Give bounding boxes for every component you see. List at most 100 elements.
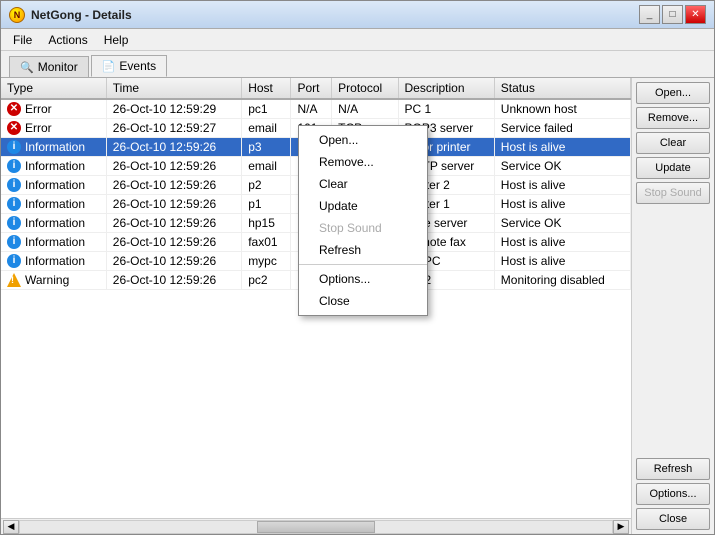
stop-sound-button[interactable]: Stop Sound xyxy=(636,182,710,204)
scroll-left-button[interactable]: ◀ xyxy=(3,520,19,534)
status-cell: Service OK xyxy=(494,157,630,176)
title-bar: N NetGong - Details _ □ ✕ xyxy=(1,1,714,29)
options-button[interactable]: Options... xyxy=(636,483,710,505)
type-label: Information xyxy=(25,140,85,154)
col-host[interactable]: Host xyxy=(242,78,291,99)
type-label: Information xyxy=(25,235,85,249)
ctx-refresh[interactable]: Refresh xyxy=(299,239,427,261)
main-window: N NetGong - Details _ □ ✕ File Actions H… xyxy=(0,0,715,535)
ctx-remove[interactable]: Remove... xyxy=(299,151,427,173)
clear-button[interactable]: Clear xyxy=(636,132,710,154)
status-cell: Service OK xyxy=(494,214,630,233)
type-label: Information xyxy=(25,159,85,173)
menu-file[interactable]: File xyxy=(5,31,40,49)
ctx-stop-sound: Stop Sound xyxy=(299,217,427,239)
type-label: Information xyxy=(25,254,85,268)
time-cell: 26-Oct-10 12:59:26 xyxy=(106,176,241,195)
info-icon: i xyxy=(7,178,21,192)
open-button[interactable]: Open... xyxy=(636,82,710,104)
ctx-close[interactable]: Close xyxy=(299,290,427,312)
warning-icon xyxy=(7,273,21,287)
host-cell: p3 xyxy=(242,138,291,157)
ctx-update[interactable]: Update xyxy=(299,195,427,217)
type-label: Warning xyxy=(25,273,69,287)
table-row[interactable]: ✕Error26-Oct-10 12:59:29pc1N/AN/APC 1Unk… xyxy=(1,99,631,119)
menu-help[interactable]: Help xyxy=(96,31,137,49)
ctx-options[interactable]: Options... xyxy=(299,268,427,290)
refresh-button[interactable]: Refresh xyxy=(636,458,710,480)
type-label: Error xyxy=(25,102,52,116)
update-button[interactable]: Update xyxy=(636,157,710,179)
info-icon: i xyxy=(7,140,21,154)
status-cell: Service failed xyxy=(494,119,630,138)
menu-actions[interactable]: Actions xyxy=(40,31,95,49)
host-cell: p2 xyxy=(242,176,291,195)
tab-bar: 🔍 Monitor 📄 Events xyxy=(1,51,714,77)
time-cell: 26-Oct-10 12:59:26 xyxy=(106,157,241,176)
host-cell: mypc xyxy=(242,252,291,271)
monitor-tab-icon: 🔍 xyxy=(20,61,34,74)
time-cell: 26-Oct-10 12:59:26 xyxy=(106,252,241,271)
type-label: Information xyxy=(25,178,85,192)
col-status[interactable]: Status xyxy=(494,78,630,99)
close-window-button[interactable]: ✕ xyxy=(685,5,706,24)
menu-bar: File Actions Help xyxy=(1,29,714,51)
horizontal-scrollbar[interactable]: ◀ ▶ xyxy=(1,518,631,534)
info-icon: i xyxy=(7,235,21,249)
col-type[interactable]: Type xyxy=(1,78,106,99)
info-icon: i xyxy=(7,216,21,230)
time-cell: 26-Oct-10 12:59:26 xyxy=(106,271,241,290)
status-cell: Host is alive xyxy=(494,252,630,271)
tab-events-label: Events xyxy=(119,59,156,73)
close-button[interactable]: Close xyxy=(636,508,710,530)
host-cell: pc2 xyxy=(242,271,291,290)
error-icon: ✕ xyxy=(7,102,21,116)
host-cell: email xyxy=(242,157,291,176)
type-label: Information xyxy=(25,197,85,211)
type-label: Information xyxy=(25,216,85,230)
col-time[interactable]: Time xyxy=(106,78,241,99)
info-icon: i xyxy=(7,159,21,173)
host-cell: email xyxy=(242,119,291,138)
sidebar-spacer xyxy=(636,207,710,455)
title-buttons: _ □ ✕ xyxy=(639,5,706,24)
remove-button[interactable]: Remove... xyxy=(636,107,710,129)
time-cell: 26-Oct-10 12:59:26 xyxy=(106,233,241,252)
col-description[interactable]: Description xyxy=(398,78,494,99)
status-cell: Monitoring disabled xyxy=(494,271,630,290)
scroll-track[interactable] xyxy=(19,520,613,534)
ctx-open[interactable]: Open... xyxy=(299,129,427,151)
tab-monitor-label: Monitor xyxy=(38,60,78,74)
host-cell: fax01 xyxy=(242,233,291,252)
status-cell: Host is alive xyxy=(494,233,630,252)
tab-monitor[interactable]: 🔍 Monitor xyxy=(9,56,89,77)
status-cell: Host is alive xyxy=(494,176,630,195)
ctx-separator xyxy=(299,264,427,265)
context-menu: Open... Remove... Clear Update Stop Soun… xyxy=(298,125,428,316)
col-protocol[interactable]: Protocol xyxy=(332,78,398,99)
error-icon: ✕ xyxy=(7,121,21,135)
time-cell: 26-Oct-10 12:59:27 xyxy=(106,119,241,138)
time-cell: 26-Oct-10 12:59:26 xyxy=(106,214,241,233)
status-cell: Host is alive xyxy=(494,195,630,214)
sidebar: Open... Remove... Clear Update Stop Soun… xyxy=(632,78,714,534)
app-icon: N xyxy=(9,7,25,23)
scroll-thumb[interactable] xyxy=(257,521,375,533)
tab-events[interactable]: 📄 Events xyxy=(91,55,167,77)
host-cell: hp15 xyxy=(242,214,291,233)
port-cell: N/A xyxy=(291,99,332,119)
time-cell: 26-Oct-10 12:59:26 xyxy=(106,138,241,157)
protocol-cell: N/A xyxy=(332,99,398,119)
host-cell: p1 xyxy=(242,195,291,214)
info-icon: i xyxy=(7,197,21,211)
time-cell: 26-Oct-10 12:59:26 xyxy=(106,195,241,214)
description-cell: PC 1 xyxy=(398,99,494,119)
scroll-right-button[interactable]: ▶ xyxy=(613,520,629,534)
window-title: NetGong - Details xyxy=(31,8,639,22)
maximize-button[interactable]: □ xyxy=(662,5,683,24)
minimize-button[interactable]: _ xyxy=(639,5,660,24)
col-port[interactable]: Port xyxy=(291,78,332,99)
status-cell: Host is alive xyxy=(494,138,630,157)
ctx-clear[interactable]: Clear xyxy=(299,173,427,195)
type-label: Error xyxy=(25,121,52,135)
